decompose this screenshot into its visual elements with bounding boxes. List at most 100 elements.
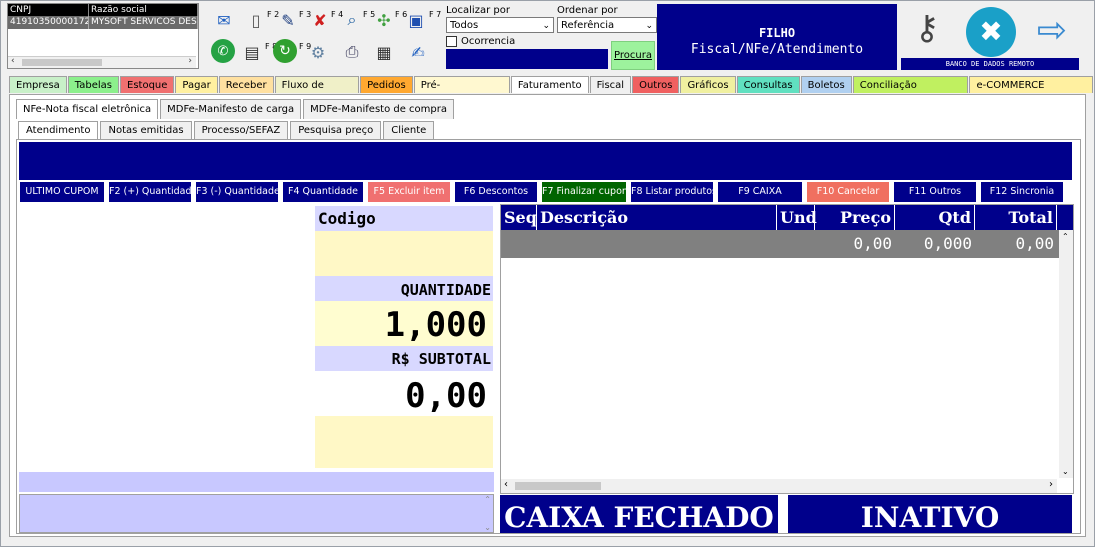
tab-receber[interactable]: Receber (218, 76, 274, 93)
fkey-button-7[interactable]: F8 Listar produtos (631, 182, 713, 202)
subtab-2[interactable]: MDFe-Manifesto de compra (303, 99, 454, 119)
tab-tabelas[interactable]: Tabelas (67, 76, 119, 93)
checkbox-box[interactable] (446, 36, 457, 47)
monitor-icon[interactable]: ▣ (403, 7, 429, 33)
codigo-input[interactable] (315, 231, 493, 276)
scroll-down-icon[interactable]: ⌄ (1062, 467, 1069, 476)
key-icon[interactable]: ⚷ (905, 8, 949, 54)
subtab2-notas-emitidas[interactable]: Notas emitidas (100, 121, 192, 140)
header-title: FILHO (758, 26, 796, 40)
subtab-1[interactable]: MDFe-Manifesto de carga (160, 99, 302, 119)
sync-icon[interactable]: ↻ (273, 39, 297, 63)
company-row[interactable]: 41910350000172 MYSOFT SERVICOS DESE (8, 16, 198, 29)
col-descricao[interactable]: Descrição (537, 205, 777, 230)
tab-concilia-o-banc-ria[interactable]: Conciliação bancária (852, 76, 969, 108)
tab-e-commerce-mysoft[interactable]: e-COMMERCE MYSOFT (969, 76, 1093, 108)
remote-db-label: BANCO DE DADOS REMOTO (901, 58, 1079, 70)
chevron-down-icon: ⌄ (542, 21, 550, 31)
search-input[interactable] (446, 49, 608, 69)
fkey-button-3[interactable]: F4 Quantidade (283, 182, 363, 202)
tab-gr-ficos[interactable]: Gráficos (680, 76, 736, 93)
tab-estoque[interactable]: Estoque (120, 76, 175, 93)
fkey-button-2[interactable]: F3 (-) Quantidade (196, 182, 278, 202)
toolbar: ✉ ▯ F 2 ✎ F 3 ✘ F 4 ⌕ F 5 ✣ F 6 ▣ F 7 ✆ … (211, 5, 443, 67)
fkey-button-4[interactable]: F5 Excluir item (368, 182, 450, 202)
tools-icon[interactable]: ✍ (405, 39, 431, 65)
document-icon[interactable]: ▯ (243, 7, 269, 33)
whatsapp-icon[interactable]: ✆ (211, 39, 235, 63)
search-button[interactable]: Procura (611, 41, 655, 70)
subtab2-pesquisa-pre-o[interactable]: Pesquisa preço (290, 121, 382, 140)
company-hscroll[interactable]: ‹ › (8, 56, 196, 68)
col-total[interactable]: Total (975, 205, 1057, 230)
col-seq[interactable]: Seq (501, 205, 537, 230)
tab-fluxo-de-caixa[interactable]: Fluxo de caixa (274, 76, 360, 108)
grid-header: Seq Descrição Und Preço Qtd Total (501, 205, 1073, 230)
edit-icon[interactable]: ✎ (275, 7, 301, 33)
tab-consultas[interactable]: Consultas (736, 76, 800, 93)
tab-outros[interactable]: Outros (632, 76, 680, 93)
total-total: 0,00 (1015, 234, 1054, 253)
tab-empresa[interactable]: Empresa (9, 76, 67, 93)
printer-icon[interactable]: ⎙ (339, 39, 365, 65)
scroll-left-icon[interactable]: ‹ (11, 56, 15, 66)
product-banner (19, 142, 1072, 180)
tab-pagar[interactable]: Pagar (175, 76, 218, 93)
code-panel-footer (315, 416, 493, 468)
tab-faturamento[interactable]: Faturamento (510, 76, 589, 93)
subtab2-processo-sefaz[interactable]: Processo/SEFAZ (193, 121, 289, 140)
subtab2-atendimento[interactable]: Atendimento (18, 121, 99, 140)
col-qtd[interactable]: Qtd (895, 205, 975, 230)
scroll-right-icon[interactable]: › (188, 56, 192, 66)
col-und[interactable]: Und (777, 205, 817, 230)
tab-fiscal[interactable]: Fiscal (589, 76, 632, 93)
fkey-button-1[interactable]: F2 (+) Quantidade (109, 182, 191, 202)
subtab-0[interactable]: NFe-Nota fiscal eletrônica (16, 99, 159, 119)
scroll-up-icon[interactable]: ⌃ (1062, 232, 1069, 241)
company-name-value: MYSOFT SERVICOS DESE (91, 16, 198, 29)
tab-pedidos[interactable]: Pedidos (360, 76, 413, 93)
fkey-button-0[interactable]: ULTIMO CUPOM (20, 182, 104, 202)
delete-icon[interactable]: ✘ (307, 7, 333, 33)
info-bar (19, 472, 494, 492)
quantidade-value[interactable]: 1,000 (315, 301, 493, 346)
company-list[interactable]: CNPJ Razão social 41910350000172 MYSOFT … (7, 3, 199, 69)
fkey-button-11[interactable]: F12 Sincronia (981, 182, 1063, 202)
refresh-icon[interactable]: ✣ (371, 7, 397, 33)
tools-settings-icon[interactable]: ✖ (966, 7, 1016, 57)
network-icon[interactable]: ▤ (239, 39, 265, 65)
scroll-up-icon[interactable]: ⌃ (484, 495, 491, 504)
fkey-button-10[interactable]: F11 Outros (894, 182, 976, 202)
logout-icon[interactable]: ⇨ (1027, 6, 1077, 56)
fkey-button-8[interactable]: F9 CAIXA (718, 182, 802, 202)
grid-hscroll[interactable]: ‹ › (501, 479, 1057, 493)
occurrence-label: Ocorrencia (461, 36, 516, 47)
scroll-right-icon[interactable]: › (1049, 479, 1053, 490)
grid-scroll-thumb[interactable] (515, 482, 601, 490)
tab-pr-lan-amentos[interactable]: Pré-lançamentos (413, 76, 510, 108)
calculator-icon[interactable]: ▦ (371, 39, 397, 65)
occurrence-checkbox[interactable]: Ocorrencia (446, 36, 554, 47)
locate-select[interactable]: Todos ⌄ (446, 17, 554, 33)
order-select[interactable]: Referência ⌄ (557, 17, 657, 33)
items-grid[interactable]: Seq Descrição Und Preço Qtd Total 0,00 0… (500, 204, 1074, 494)
fkey-button-6[interactable]: F7 Finalizar cupom (542, 182, 626, 202)
search-icon[interactable]: ⌕ (339, 7, 365, 33)
scroll-thumb[interactable] (22, 59, 102, 66)
function-keys: ULTIMO CUPOM F2 (+) Quantidade F3 (-) Quan… (17, 182, 1077, 204)
scroll-down-icon[interactable]: ⌄ (484, 523, 491, 532)
subtab2-cliente[interactable]: Cliente (383, 121, 435, 140)
fkey-button-9[interactable]: F10 Cancelar (807, 182, 889, 202)
scroll-left-icon[interactable]: ‹ (504, 479, 508, 490)
code-panel: Codigo QUANTIDADE 1,000 R$ SUBTOTAL 0,00 (315, 206, 493, 468)
tab-boletos[interactable]: Boletos (800, 76, 852, 93)
gear-icon[interactable]: ⚙ (305, 39, 331, 65)
grid-vscroll[interactable]: ⌃ ⌄ (1059, 230, 1073, 478)
col-preco[interactable]: Preço (815, 205, 895, 230)
email-icon[interactable]: ✉ (211, 7, 237, 33)
chevron-down-icon: ⌄ (645, 21, 653, 31)
caixa-status: CAIXA FECHADO (500, 495, 778, 533)
notes-box[interactable]: ⌃ ⌄ (19, 494, 494, 533)
fkey-button-5[interactable]: F6 Descontos (455, 182, 537, 202)
main-panel: NFe-Nota fiscal eletrônica MDFe-Manifesto… (9, 94, 1086, 537)
